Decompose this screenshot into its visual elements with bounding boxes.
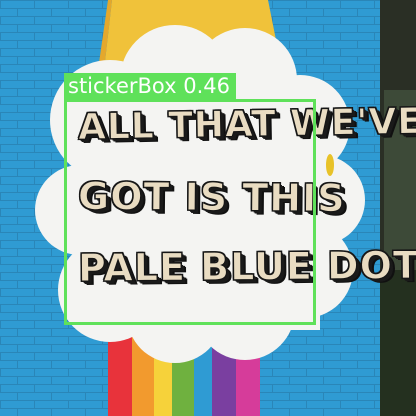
detection-score: 0.46 xyxy=(183,74,231,98)
detection-class: stickerBox xyxy=(68,74,177,98)
wall-fixture xyxy=(326,154,334,176)
detection-box xyxy=(64,99,316,325)
detection-label: stickerBox 0.46 xyxy=(64,73,237,100)
mural-photo: ALL THAT WE'VE GOT IS THIS PALE BLUE DOT… xyxy=(0,0,416,416)
